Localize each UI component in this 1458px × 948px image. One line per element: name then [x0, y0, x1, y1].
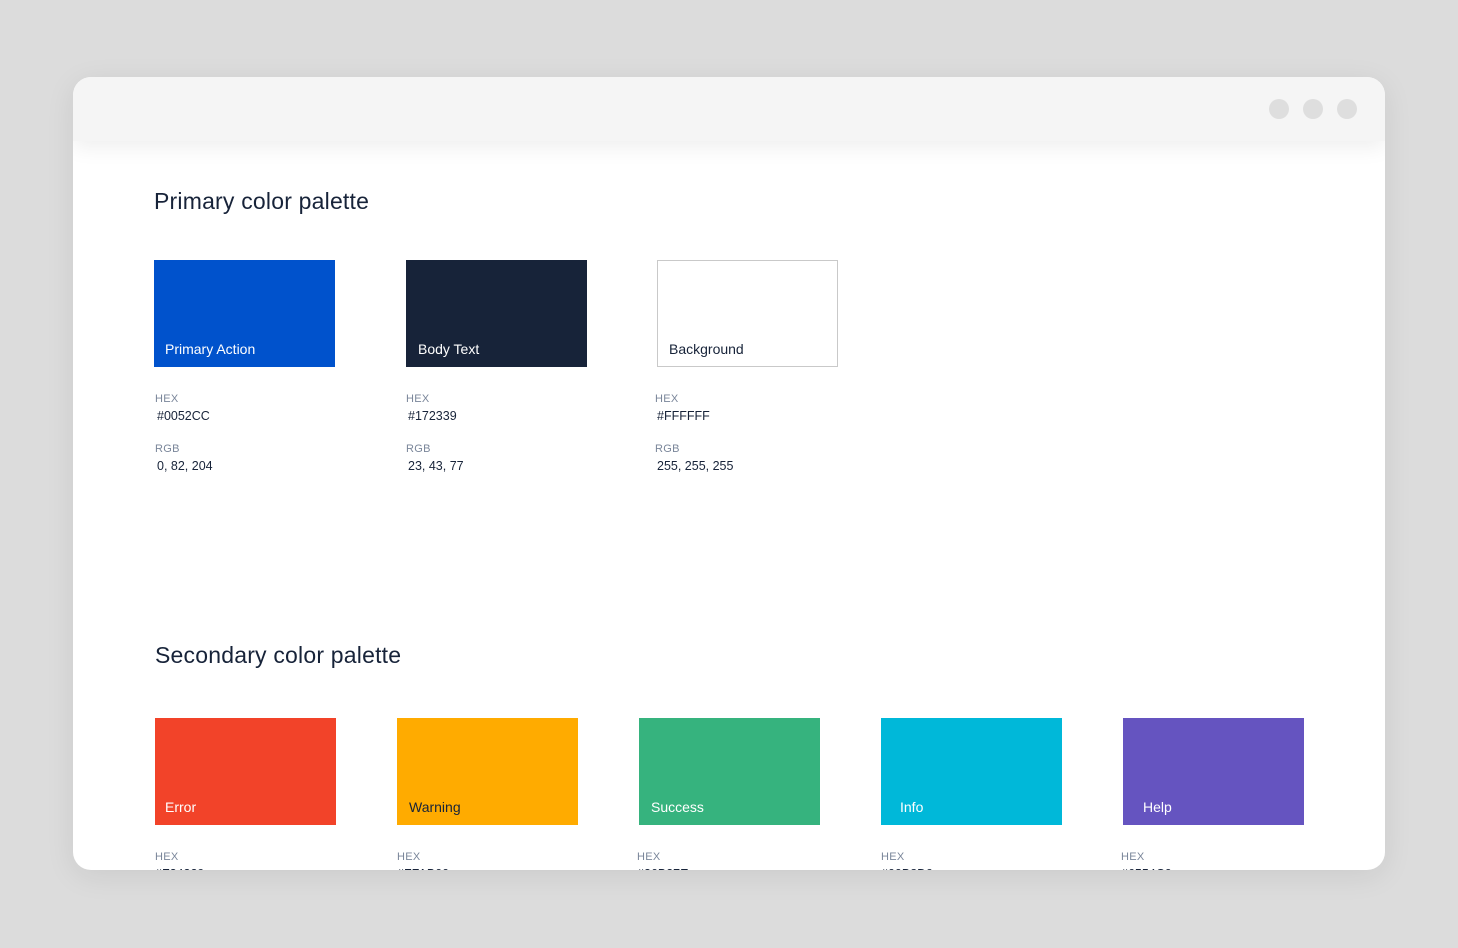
hex-label: HEX — [655, 393, 679, 405]
color-swatch[interactable]: Background — [657, 260, 838, 367]
swatch-name: Background — [669, 341, 744, 357]
color-swatch[interactable]: Warning — [397, 718, 578, 825]
swatch-card-success: Success HEX #36B37E — [637, 718, 820, 870]
color-swatch[interactable]: Body Text — [406, 260, 587, 367]
color-swatch[interactable]: Error — [155, 718, 336, 825]
swatch-name: Info — [900, 799, 924, 815]
hex-label: HEX — [881, 851, 905, 863]
rgb-label: RGB — [655, 443, 680, 455]
swatch-name: Error — [165, 799, 197, 815]
swatch-card-warning: Warning HEX #FFAB00 — [397, 718, 578, 870]
rgb-label: RGB — [155, 443, 180, 455]
primary-palette-title: Primary color palette — [154, 188, 370, 214]
rgb-value: 0, 82, 204 — [157, 459, 213, 473]
hex-label: HEX — [637, 851, 661, 863]
hex-label: HEX — [406, 393, 430, 405]
rgb-value: 255, 255, 255 — [657, 459, 734, 473]
window-control-dot-3[interactable] — [1337, 99, 1357, 119]
rgb-value: 23, 43, 77 — [408, 459, 464, 473]
swatch-name: Success — [651, 799, 704, 815]
window-control-dot-1[interactable] — [1269, 99, 1289, 119]
hex-value: #0052CC — [157, 409, 210, 423]
color-swatch[interactable]: Success — [639, 718, 820, 825]
hex-value: #172339 — [408, 409, 457, 423]
hex-label: HEX — [155, 393, 179, 405]
hex-value: #FFAB00 — [397, 867, 449, 870]
swatch-card-help: Help HEX #6554C0 — [1121, 718, 1304, 870]
swatch-card-body-text: Body Text HEX #172339 RGB 23, 43, 77 — [406, 260, 587, 473]
swatch-name: Primary Action — [165, 341, 256, 357]
color-swatch[interactable]: Primary Action — [154, 260, 335, 367]
window-control-dot-2[interactable] — [1303, 99, 1323, 119]
swatch-name: Warning — [409, 799, 461, 815]
swatch-name: Body Text — [418, 341, 480, 357]
hex-value: #FFFFFF — [657, 409, 710, 423]
hex-value: #36B37E — [637, 867, 688, 870]
swatch-card-error: Error HEX #F24329 — [155, 718, 336, 870]
color-swatch[interactable]: Info — [881, 718, 1062, 825]
swatch-card-primary-action: Primary Action HEX #0052CC RGB 0, 82, 20… — [154, 260, 335, 473]
hex-label: HEX — [1121, 851, 1145, 863]
hex-value: #F24329 — [155, 867, 204, 870]
palette-content: Primary color palette Primary Action HEX… — [73, 77, 1385, 870]
swatch-name: Help — [1143, 799, 1172, 815]
swatch-card-background: Background HEX #FFFFFF RGB 255, 255, 255 — [655, 260, 838, 473]
browser-window: Primary color palette Primary Action HEX… — [73, 77, 1385, 870]
window-titlebar — [73, 77, 1385, 141]
hex-value: #00B8D9 — [881, 867, 933, 870]
hex-label: HEX — [155, 851, 179, 863]
color-swatch[interactable]: Help — [1123, 718, 1304, 825]
secondary-palette-title: Secondary color palette — [155, 642, 402, 668]
hex-label: HEX — [397, 851, 421, 863]
swatch-card-info: Info HEX #00B8D9 — [881, 718, 1062, 870]
rgb-label: RGB — [406, 443, 431, 455]
hex-value: #6554C0 — [1121, 867, 1172, 870]
